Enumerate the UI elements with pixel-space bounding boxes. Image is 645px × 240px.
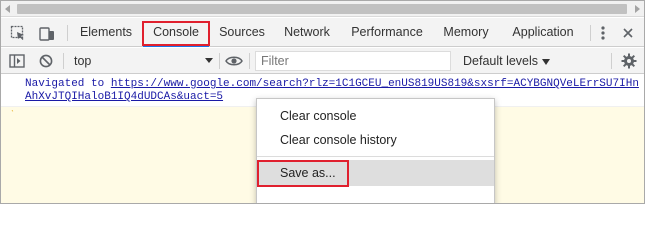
tab-network[interactable]: Network	[277, 18, 337, 47]
toolbar-divider-4	[611, 53, 612, 69]
scroll-right-arrow-icon[interactable]	[635, 5, 640, 13]
tab-elements[interactable]: Elements	[73, 18, 139, 47]
live-expression-eye-icon[interactable]	[223, 48, 245, 74]
toolbar-divider	[63, 53, 64, 69]
scroll-left-arrow-icon[interactable]	[5, 5, 10, 13]
devtools-window: Elements Console Sources Network Perform…	[0, 0, 645, 204]
console-settings-gear-icon[interactable]	[619, 48, 639, 74]
navigated-to-label: Navigated to	[25, 78, 111, 90]
execution-context-value: top	[74, 54, 92, 68]
execution-context-select[interactable]: top	[67, 48, 217, 74]
tab-console[interactable]: Console	[143, 18, 209, 47]
menu-item-clear-console[interactable]: Clear console	[257, 103, 494, 129]
log-levels-label: Default levels	[463, 54, 539, 68]
close-devtools-icon[interactable]	[618, 18, 638, 47]
horizontal-scrollbar[interactable]	[1, 1, 644, 17]
log-levels-select[interactable]: Default levels	[463, 48, 551, 74]
devtools-tab-bar: Elements Console Sources Network Perform…	[1, 18, 644, 47]
tab-bar-divider-right	[590, 25, 591, 41]
tab-application[interactable]: Application	[504, 18, 582, 47]
menu-item-clear-console-history[interactable]: Clear console history	[257, 127, 494, 153]
log-levels-caret-icon	[542, 58, 551, 65]
tab-performance[interactable]: Performance	[346, 18, 428, 47]
scrollbar-thumb[interactable]	[17, 4, 627, 14]
toolbar-divider-3	[249, 53, 250, 69]
tab-sources[interactable]: Sources	[211, 18, 273, 47]
more-options-icon[interactable]	[595, 18, 611, 47]
device-toolbar-icon[interactable]	[36, 18, 58, 47]
show-sidebar-icon[interactable]	[7, 48, 27, 74]
menu-item-save-as[interactable]: Save as...	[257, 160, 494, 186]
inspect-element-icon[interactable]	[7, 18, 29, 47]
filter-input[interactable]	[255, 51, 451, 71]
tab-bar-divider	[67, 25, 68, 41]
toolbar-divider-2	[219, 53, 220, 69]
tab-memory[interactable]: Memory	[435, 18, 497, 47]
menu-divider	[257, 156, 494, 157]
console-context-menu: Clear console Clear console history Save…	[256, 98, 495, 203]
console-toolbar: top Default levels	[1, 48, 644, 74]
console-prompt-marker: ˋ	[11, 109, 14, 119]
clear-console-icon[interactable]	[36, 48, 56, 74]
context-dropdown-caret-icon	[205, 58, 213, 63]
